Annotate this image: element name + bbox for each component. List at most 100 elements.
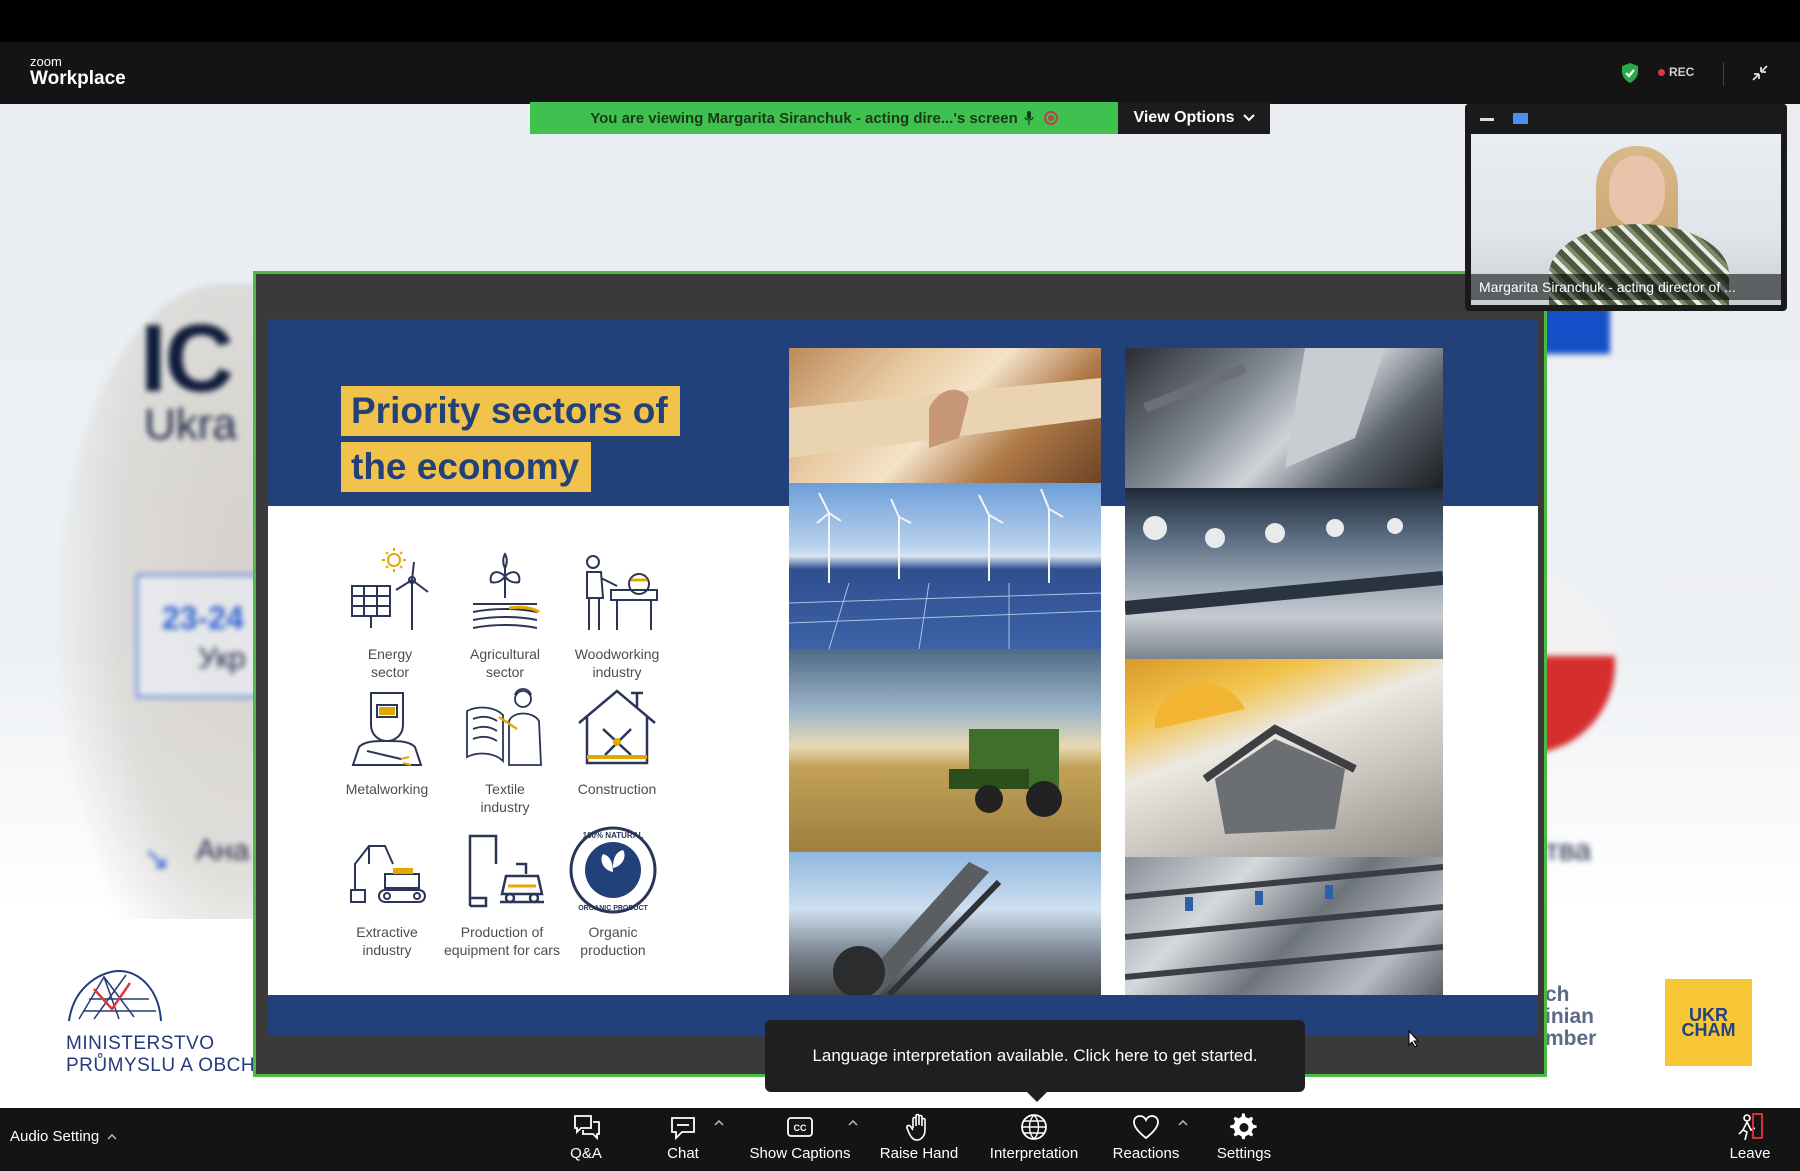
reactions-button[interactable]: Reactions	[1110, 1112, 1182, 1168]
participant-video-panel[interactable]: Margarita Siranchuk - acting director of…	[1465, 104, 1787, 311]
show-captions-button[interactable]: CC Show Captions	[744, 1112, 856, 1168]
shared-window: Priority sectors of the economy Energy s…	[253, 271, 1547, 1077]
logo-small: zoom	[30, 54, 62, 69]
raise-hand-icon	[906, 1113, 926, 1141]
chat-icon	[671, 1117, 695, 1141]
reactions-label: Reactions	[1112, 1145, 1180, 1162]
woodworking-icon	[586, 555, 658, 630]
tooltip-text: Language interpretation available. Click…	[812, 1046, 1258, 1065]
mic-icon	[1024, 111, 1034, 125]
excavator-icon	[350, 845, 426, 903]
svg-text:CC: CC	[794, 1123, 807, 1133]
gear-icon	[1230, 1113, 1257, 1140]
view-options-button[interactable]: View Options	[1118, 102, 1270, 134]
leave-button[interactable]: Leave	[1728, 1112, 1772, 1168]
title-line-2: the economy	[341, 442, 592, 492]
energy-icon	[351, 548, 429, 630]
zoom-logo: zoom Workplace	[30, 54, 126, 90]
captions-caret-icon[interactable]	[848, 1120, 858, 1126]
interpretation-label: Interpretation	[989, 1145, 1079, 1162]
qa-icon	[574, 1115, 600, 1141]
reactions-caret-icon[interactable]	[1178, 1120, 1188, 1126]
zoom-window: zoom Workplace REC IC Ukra 23-24 Укр ↘ А	[0, 0, 1800, 1171]
video-panel-controls	[1465, 104, 1787, 134]
interpretation-button[interactable]: Interpretation	[986, 1112, 1082, 1168]
svg-text:ORGANIC PRODUCT: ORGANIC PRODUCT	[578, 905, 648, 912]
security-shield-icon[interactable]	[1620, 62, 1640, 84]
photo-metal-machining	[1125, 348, 1443, 488]
photo-harvester	[789, 649, 1101, 852]
photo-construction-model	[1125, 659, 1443, 857]
bg-date-box: 23-24 Укр	[136, 574, 260, 698]
robot-arm-icon	[468, 834, 544, 908]
globe-icon	[1021, 1114, 1047, 1140]
ministry-line1: MINISTERSTVO	[66, 1033, 215, 1054]
interpretation-tooltip[interactable]: Language interpretation available. Click…	[765, 1020, 1305, 1102]
photo-car-equipment	[1125, 857, 1443, 995]
show-captions-label: Show Captions	[749, 1145, 851, 1162]
sector-organic: 100% NATURAL ORGANIC PRODUCT Organic pro…	[538, 824, 688, 959]
restore-icon[interactable]	[1513, 113, 1528, 124]
audio-setting-label: Audio Setting	[10, 1128, 100, 1145]
bg-date-sub: Укр	[198, 642, 246, 675]
mouse-cursor-icon	[1408, 1030, 1420, 1048]
bg-subtitle: Ukra	[144, 400, 237, 449]
photo-woodworking	[789, 348, 1101, 483]
chat-label: Chat	[667, 1145, 699, 1162]
sector-label: Construction	[577, 781, 657, 797]
participant-name: Margarita Siranchuk - acting director of…	[1471, 274, 1781, 300]
chat-caret-icon[interactable]	[714, 1120, 724, 1126]
share-banner-text: You are viewing Margarita Siranchuk - ac…	[590, 109, 1018, 127]
sector-construction: Construction	[542, 681, 692, 798]
globe-logo-icon	[68, 969, 162, 1022]
divider	[1723, 62, 1724, 86]
rec-dot-icon	[1658, 68, 1665, 76]
ukrcham-text: UKR CHAM	[1681, 1004, 1736, 1040]
caret-up-icon[interactable]	[107, 1133, 117, 1140]
chevron-down-icon	[1242, 114, 1255, 122]
minimize-icon[interactable]	[1480, 118, 1494, 121]
heart-icon	[1133, 1115, 1159, 1140]
bg-left-text: Ана	[196, 834, 250, 867]
qa-label: Q&A	[570, 1145, 602, 1162]
chat-button[interactable]: Chat	[658, 1112, 708, 1168]
settings-button[interactable]: Settings	[1212, 1112, 1276, 1168]
rec-label: REC	[1669, 65, 1695, 79]
recording-dot-icon	[1043, 111, 1058, 125]
video-person-face	[1609, 156, 1665, 226]
slide-title: Priority sectors of the economy	[341, 386, 680, 498]
bg-title: IC	[140, 305, 234, 412]
photo-renewable-energy	[789, 483, 1101, 649]
photo-mining-excavator	[789, 852, 1101, 995]
share-banner: You are viewing Margarita Siranchuk - ac…	[530, 102, 1118, 134]
sector-woodworking: Woodworking industry	[542, 546, 692, 681]
ukrcham-logo: UKR CHAM	[1665, 979, 1752, 1066]
welder-icon	[351, 692, 423, 766]
captions-icon: CC	[787, 1117, 813, 1137]
organic-badge-icon: 100% NATURAL ORGANIC PRODUCT	[569, 826, 657, 914]
construction-icon	[578, 689, 656, 765]
sector-label: Organic production	[580, 924, 646, 958]
exit-fullscreen-icon[interactable]	[1750, 63, 1770, 83]
svg-text:100% NATURAL: 100% NATURAL	[583, 831, 644, 840]
meeting-toolbar: Audio Setting Q&A Chat CC Show Captions …	[0, 1108, 1800, 1171]
textile-icon	[466, 688, 542, 766]
settings-label: Settings	[1216, 1145, 1272, 1162]
title-bar: zoom Workplace REC	[0, 42, 1800, 104]
slide: Priority sectors of the economy Energy s…	[268, 319, 1538, 1035]
chamber-text: ch inian mber	[1545, 983, 1597, 1050]
bg-date: 23-24	[162, 600, 244, 636]
audio-setting-button[interactable]: Audio Setting	[10, 1128, 117, 1145]
raise-hand-button[interactable]: Raise Hand	[876, 1112, 962, 1168]
leave-icon	[1738, 1113, 1763, 1141]
qa-button[interactable]: Q&A	[562, 1112, 610, 1168]
raise-hand-label: Raise Hand	[879, 1145, 959, 1162]
photo-textile-factory	[1125, 488, 1443, 659]
recording-indicator[interactable]: REC	[1658, 65, 1694, 79]
logo-big: Workplace	[30, 68, 126, 89]
top-strip	[0, 0, 1800, 42]
title-line-1: Priority sectors of	[341, 386, 680, 436]
ministry-line2: PRŮMYSLU A OBCHOD	[66, 1055, 285, 1076]
agriculture-icon	[472, 552, 540, 629]
sector-label: Woodworking industry	[574, 646, 660, 680]
